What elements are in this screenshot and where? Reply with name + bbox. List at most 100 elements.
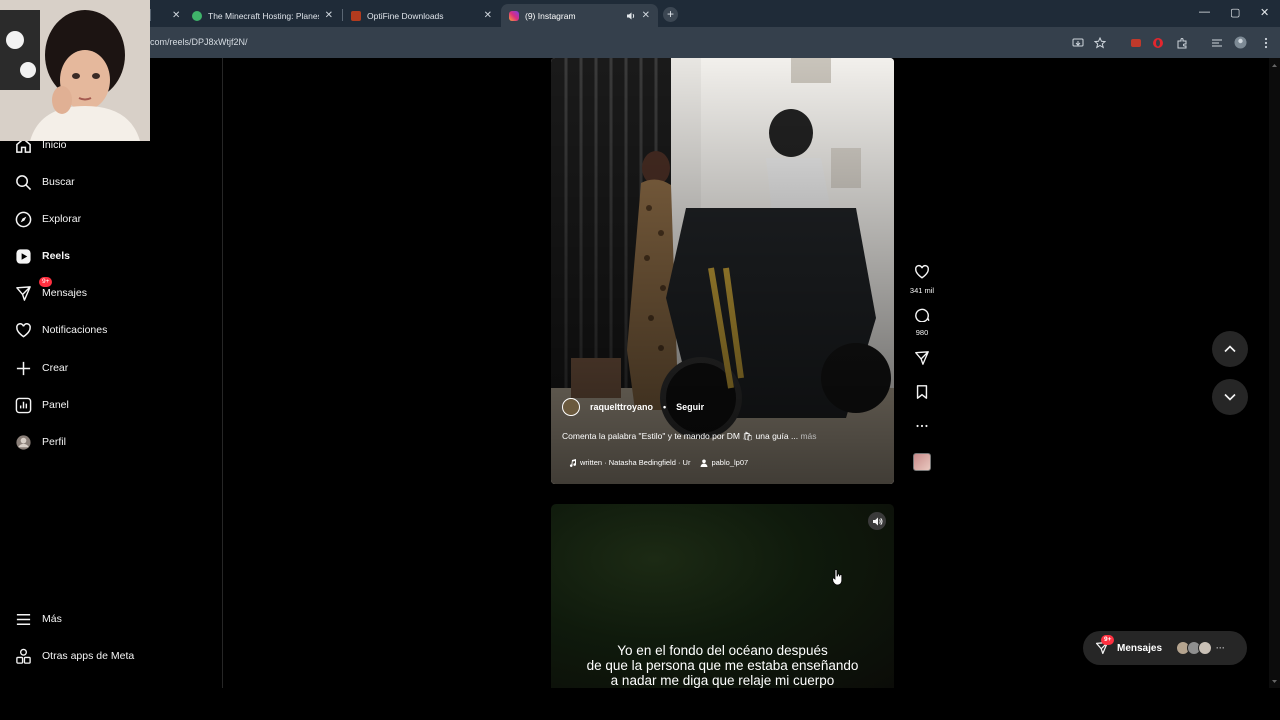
tab-title: The Minecraft Hosting: Planes · (208, 10, 319, 21)
restore-button[interactable]: ▢ (1230, 6, 1240, 19)
person-tag-icon (700, 459, 708, 467)
sidebar-item-label: Buscar (42, 176, 75, 188)
reel-video[interactable] (551, 58, 894, 484)
sidebar-item-explorar[interactable]: Explorar (15, 209, 81, 229)
video-subtitle: Yo en el fondo del océano después de que… (551, 643, 894, 688)
tab-optifine[interactable]: OptiFine Downloads ✕ (343, 4, 500, 27)
tagged-user[interactable]: pablo_lp07 (700, 458, 748, 467)
sidebar-item-label: Otras apps de Meta (42, 650, 135, 662)
profile-avatar-icon[interactable] (1234, 36, 1247, 49)
minecraft-hosting-favicon-icon (192, 10, 202, 21)
install-app-icon[interactable] (1071, 36, 1084, 49)
mouse-cursor-icon (832, 569, 844, 591)
chevron-down-icon (1224, 393, 1236, 401)
messages-pill[interactable]: 9+ Mensajes ··· (1083, 631, 1247, 665)
next-reel-button[interactable] (1212, 379, 1248, 415)
sidebar-item-perfil[interactable]: Perfil (15, 432, 66, 452)
like-count: 341 mil (909, 286, 935, 295)
instagram-favicon-icon (509, 10, 519, 21)
sidebar-item-notificaciones[interactable]: Notificaciones (15, 320, 107, 340)
sidebar-item-otras-apps[interactable]: Otras apps de Meta (15, 646, 134, 666)
comment-count: 980 (915, 328, 929, 337)
more-dots-icon: ··· (1216, 643, 1226, 653)
audio-track[interactable]: written · Natasha Bedingfield · Ur (569, 458, 690, 467)
sidebar-item-buscar[interactable]: Buscar (15, 172, 75, 192)
plus-icon (16, 361, 31, 375)
caption-text: Comenta la palabra "Estilo" y te mando p… (562, 431, 799, 441)
sidebar-item-label: Crear (42, 362, 69, 374)
messenger-icon: 9+ (1095, 635, 1115, 655)
sidebar-item-label: Panel (42, 399, 69, 411)
reels-icon (16, 248, 31, 264)
comment-button[interactable]: 980 (905, 306, 939, 337)
extensions-puzzle-icon[interactable] (1175, 36, 1188, 49)
tab-instagram[interactable]: (9) Instagram ✕ (501, 4, 658, 27)
webcam-overlay (0, 0, 150, 141)
sidebar-item-label: Explorar (42, 213, 82, 225)
mute-button[interactable] (868, 512, 886, 530)
avatar-icon (16, 434, 31, 450)
save-button[interactable] (905, 384, 939, 405)
sidebar-item-mas[interactable]: Más (15, 609, 62, 629)
close-icon[interactable]: ✕ (172, 10, 180, 21)
minimize-button[interactable]: — (1199, 6, 1210, 18)
sidebar-item-mensajes[interactable]: 9+ Mensajes (15, 277, 87, 303)
subtitle-line: Yo en el fondo del océano después (617, 643, 828, 658)
author-avatar[interactable] (562, 398, 580, 416)
close-icon[interactable]: ✕ (325, 10, 333, 21)
sidebar-item-panel[interactable]: Panel (15, 395, 69, 415)
sidebar-item-label: Reels (42, 250, 71, 262)
reel-author[interactable]: raquelttroyano • Seguir (562, 398, 704, 416)
page-scrollbar[interactable] (1269, 58, 1280, 688)
screen: ✕ The Minecraft Hosting: Planes · ✕ Opti… (0, 0, 1280, 720)
sidebar-item-label: Más (42, 613, 62, 625)
new-tab-button[interactable]: + (663, 7, 678, 22)
meta-apps-icon (16, 648, 31, 664)
url-field[interactable]: com/reels/DPJ8xWtjf2N/ (150, 37, 248, 47)
author-username[interactable]: raquelttroyano (590, 402, 653, 412)
bookmark-star-icon[interactable] (1093, 36, 1106, 49)
reading-list-icon[interactable] (1210, 36, 1223, 49)
address-bar: com/reels/DPJ8xWtjf2N/ (0, 27, 1280, 58)
subtitle-line: de que la persona que me estaba enseñand… (586, 658, 859, 673)
reel-audio: written · Natasha Bedingfield · Ur pablo… (569, 458, 748, 467)
opera-icon[interactable] (1151, 36, 1164, 49)
close-icon[interactable]: ✕ (484, 10, 492, 21)
reel-frame-image (551, 58, 894, 484)
more-link[interactable]: más (800, 431, 816, 441)
speaker-icon[interactable] (626, 11, 636, 21)
tab-minecraft-hosting[interactable]: The Minecraft Hosting: Planes · ✕ (184, 4, 341, 27)
sidebar-item-reels[interactable]: Reels (15, 246, 70, 266)
like-button[interactable]: 341 mil (905, 264, 939, 295)
conversation-avatars (1176, 641, 1213, 655)
search-icon (16, 174, 32, 190)
sidebar-item-label: Notificaciones (42, 324, 108, 336)
tab-title: OptiFine Downloads (367, 10, 444, 21)
sidebar-item-crear[interactable]: Crear (15, 358, 68, 378)
subtitle-line: a nadar me diga que relaje mi cuerpo (610, 673, 835, 688)
compass-icon (15, 211, 32, 227)
tagged-user-label: pablo_lp07 (711, 458, 749, 467)
bookmark-icon (916, 385, 928, 399)
browser-menu-icon[interactable] (1259, 36, 1272, 49)
audio-thumbnail[interactable] (913, 453, 931, 471)
sidebar-item-label: Mensajes (42, 287, 87, 299)
follow-button[interactable]: Seguir (676, 402, 704, 412)
separator-dot: • (663, 402, 667, 412)
extension-red-icon[interactable] (1129, 36, 1142, 49)
webcam-person-image (0, 0, 150, 141)
heart-icon (915, 264, 929, 279)
share-button[interactable] (905, 350, 939, 371)
more-options-button[interactable] (905, 418, 939, 439)
browser-tab-bar: ✕ The Minecraft Hosting: Planes · ✕ Opti… (0, 0, 1280, 27)
notification-badge: 9+ (1101, 635, 1115, 645)
tab-partial[interactable]: ✕ (150, 4, 184, 27)
chevron-up-icon (1224, 345, 1236, 353)
close-window-button[interactable]: ✕ (1260, 6, 1269, 19)
close-icon[interactable]: ✕ (642, 10, 650, 21)
audio-track-label: written · Natasha Bedingfield · Ur (580, 458, 691, 467)
messages-label: Mensajes (1117, 642, 1163, 654)
reel-caption: Comenta la palabra "Estilo" y te mando p… (562, 431, 817, 442)
previous-reel-button[interactable] (1212, 331, 1248, 367)
more-dots-icon (916, 424, 928, 428)
